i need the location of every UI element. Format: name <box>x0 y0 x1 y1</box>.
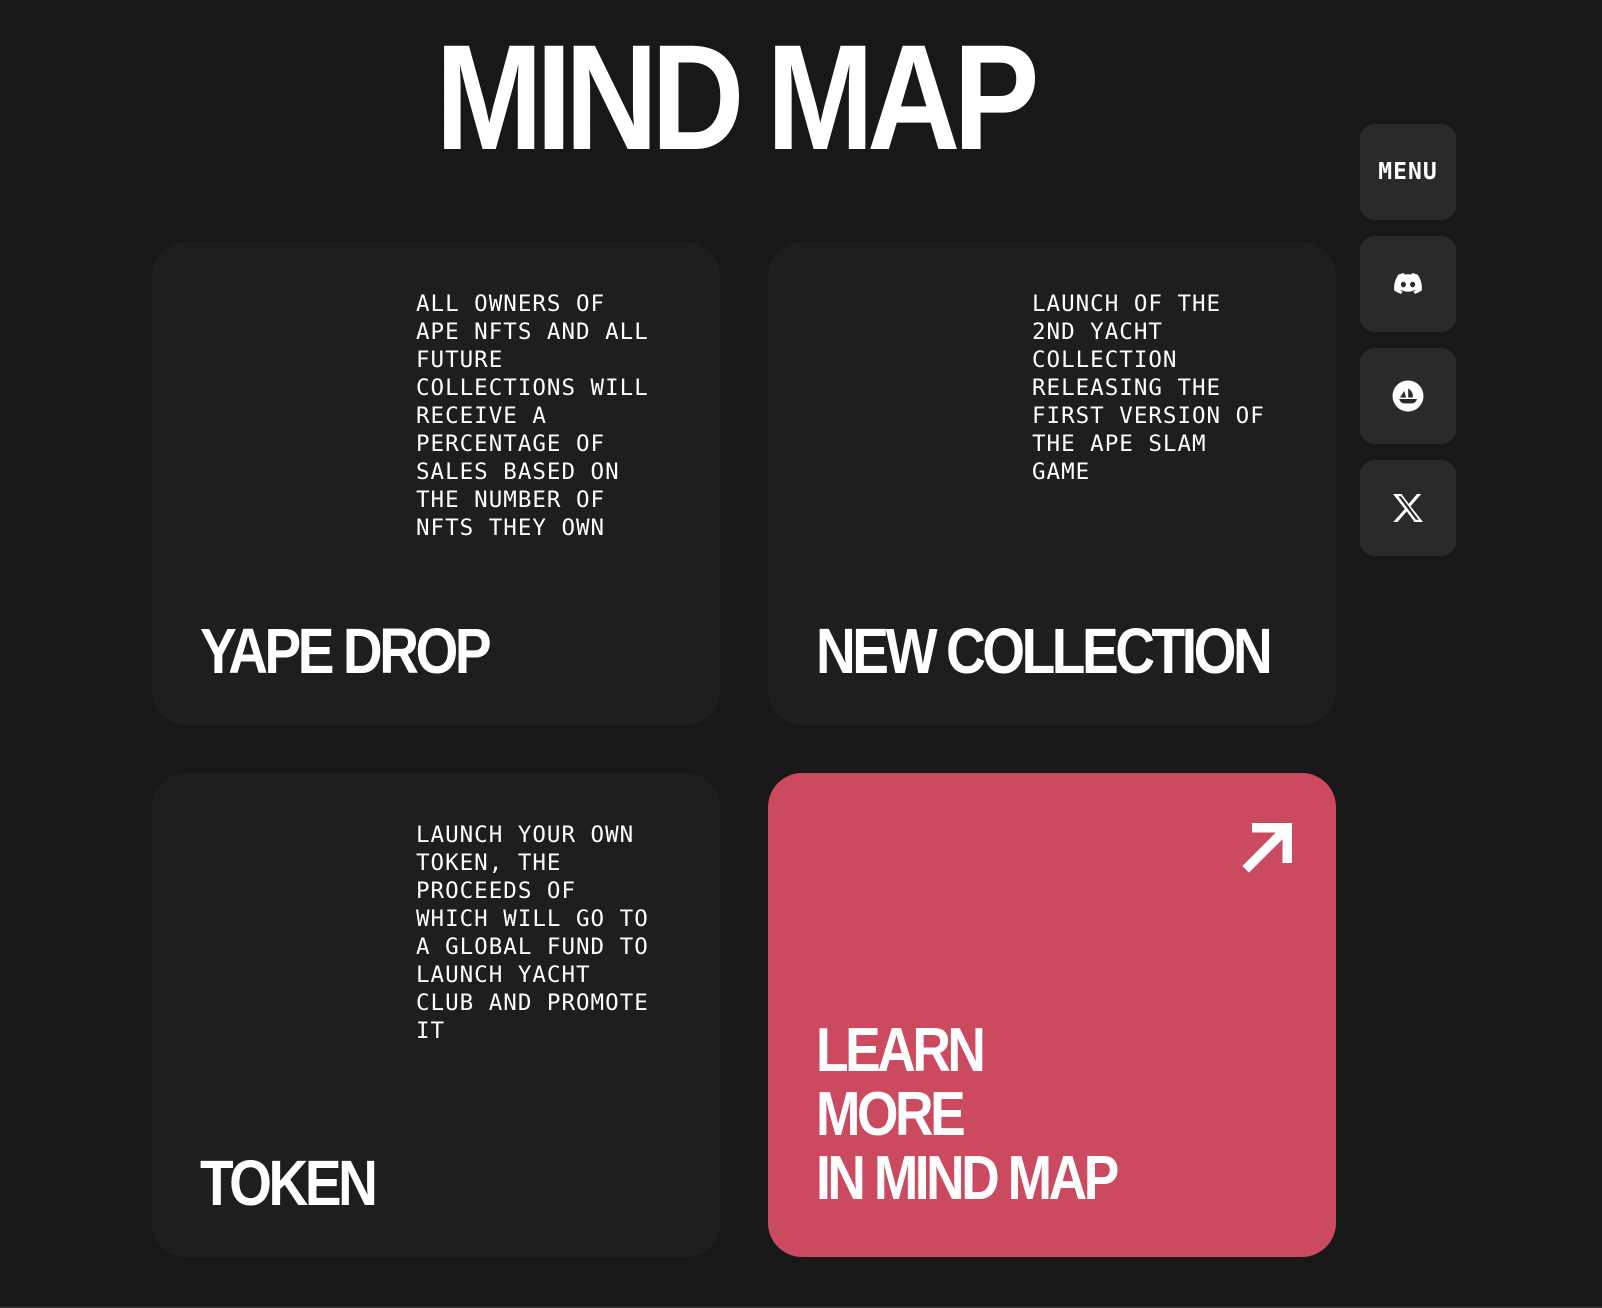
card-title: NEW COLLECTION <box>816 615 1273 687</box>
opensea-button[interactable] <box>1360 348 1456 444</box>
learn-more-heading: LEARN MORE IN MIND MAP <box>816 1016 1119 1213</box>
opensea-icon <box>1392 380 1424 412</box>
page: MIND MAP MENU ALL OWNERS OF APE NFTS AND… <box>0 0 1602 1308</box>
card-new-collection: LAUNCH OF THE 2ND YACHT COLLECTION RELEA… <box>768 242 1336 725</box>
card-yape-drop: ALL OWNERS OF APE NFTS AND ALL FUTURE CO… <box>152 242 720 725</box>
cta-line: MORE <box>816 1080 966 1149</box>
card-title: TOKEN <box>200 1147 378 1219</box>
learn-more-card-link[interactable]: LEARN MORE IN MIND MAP <box>768 773 1336 1257</box>
discord-button[interactable] <box>1360 236 1456 332</box>
menu-button[interactable]: MENU <box>1360 124 1456 220</box>
card-description: ALL OWNERS OF APE NFTS AND ALL FUTURE CO… <box>416 291 649 541</box>
cta-line: IN MIND MAP <box>816 1144 1119 1213</box>
card-token: LAUNCH YOUR OWN TOKEN, THE PROCEEDS OF W… <box>152 773 720 1257</box>
discord-icon <box>1394 273 1422 295</box>
page-title: MIND MAP <box>435 13 1039 181</box>
cta-line: LEARN <box>816 1016 986 1085</box>
menu-label: MENU <box>1378 159 1438 185</box>
x-icon <box>1392 493 1424 523</box>
arrow-up-right-icon <box>1236 817 1292 873</box>
card-description: LAUNCH OF THE 2ND YACHT COLLECTION RELEA… <box>1032 291 1265 485</box>
card-description: LAUNCH YOUR OWN TOKEN, THE PROCEEDS OF W… <box>416 822 649 1044</box>
card-title: YAPE DROP <box>200 615 492 687</box>
x-button[interactable] <box>1360 460 1456 556</box>
